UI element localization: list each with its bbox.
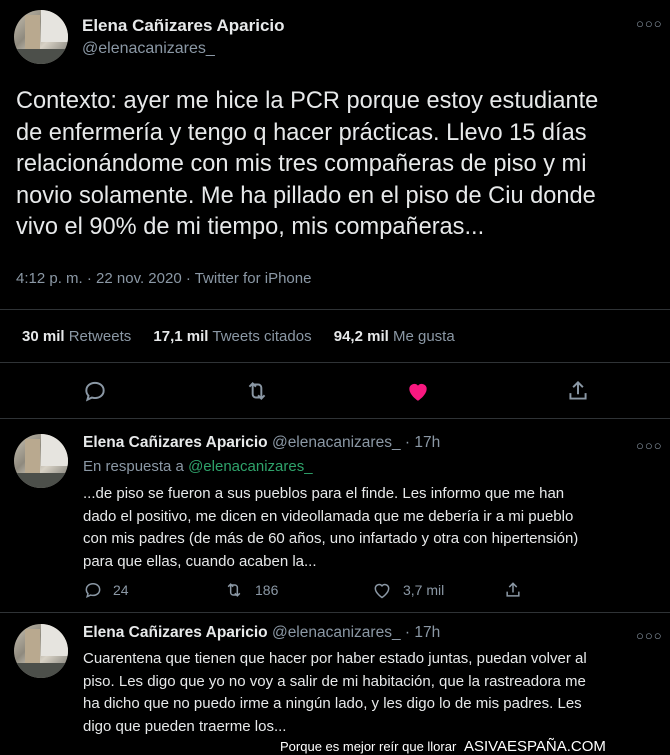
avatar-sky xyxy=(41,10,68,43)
reply-text-line: con mis padres (de más de 60 años, uno i… xyxy=(83,530,579,547)
in-reply-handle-link[interactable]: @elenacanizares_ xyxy=(188,458,312,475)
retweets-count: 30 mil xyxy=(22,328,65,345)
reply-text-line: Cuarentena que tienen que hacer por habe… xyxy=(83,650,587,667)
reply-action-like[interactable]: 3,7 mil xyxy=(371,580,444,600)
avatar[interactable] xyxy=(14,434,68,488)
avatar-ground xyxy=(14,662,68,678)
reply-text-line: para que ellas, cuando acaben la... xyxy=(83,552,317,570)
retweet-icon xyxy=(227,583,241,597)
watermark-slogan: Porque es mejor reír que llorar xyxy=(280,739,457,754)
retweet-count: 186 xyxy=(255,582,279,598)
reply-header: Elena Cañizares Aparicio @elenacanizares… xyxy=(83,624,440,642)
reply-icon[interactable] xyxy=(82,378,108,404)
tweet-text-line: vivo el 90% de mi tiempo, mis compañeras… xyxy=(16,214,485,240)
reply-text-line: piso. Les digo que yo no voy a salir de … xyxy=(83,672,586,690)
watermark-site: ASIVAESPAÑA.COM xyxy=(463,738,606,755)
tweet-text-line: relacionándome con mis tres compañeras d… xyxy=(16,151,587,177)
like-heart-fill xyxy=(409,383,427,401)
like-count: 3,7 mil xyxy=(403,582,445,598)
reply-action-share[interactable] xyxy=(503,580,533,600)
more-options-icon[interactable]: ○○○ xyxy=(636,628,663,643)
author-name[interactable]: Elena Cañizares Aparicio xyxy=(83,624,268,641)
avatar-sky xyxy=(41,434,68,467)
in-reply-to: En respuesta a @elenacanizares_ xyxy=(83,458,313,475)
handle-time[interactable]: @elenacanizares_ · 17h xyxy=(272,624,440,641)
divider xyxy=(0,309,670,310)
avatar-sky xyxy=(41,624,68,657)
divider xyxy=(0,362,670,363)
like-icon[interactable] xyxy=(405,378,431,404)
handle-time[interactable]: @elenacanizares_ · 17h xyxy=(272,434,440,451)
tweet-text: Contexto: ayer me hice la PCR porque est… xyxy=(16,86,666,244)
retweets-label: Retweets xyxy=(68,328,132,345)
tweet-meta[interactable]: 4:12 p. m. · 22 nov. 2020 · Twitter for … xyxy=(16,270,311,287)
in-reply-prefix: En respuesta a xyxy=(83,458,184,475)
reply-text-line: ha dicho que no puedo irme a ningún lado… xyxy=(83,695,582,712)
tweet-stats: 30 mil Retweets 17,1 mil Tweets citados … xyxy=(22,328,473,345)
watermark: Porque es mejor reír que llorar ASIVAESP… xyxy=(280,738,606,755)
reply-action-reply[interactable]: 24 xyxy=(83,580,129,600)
share-icon xyxy=(506,582,520,597)
avatar[interactable] xyxy=(14,10,68,64)
tweet-text-line: de enfermería y tengo q hacer prácticas.… xyxy=(16,119,587,146)
more-options-icon[interactable]: ○○○ xyxy=(636,438,663,453)
reply-text: ...de piso se fueron a sus pueblos para … xyxy=(83,483,668,573)
likes-stat[interactable]: 94,2 mil Me gusta xyxy=(334,328,455,345)
author-handle[interactable]: @elenacanizares_ xyxy=(82,40,215,58)
divider xyxy=(0,612,670,613)
reply-text-line: ...de piso se fueron a sus pueblos para … xyxy=(83,485,565,502)
likes-label: Me gusta xyxy=(392,328,455,345)
retweets-stat[interactable]: 30 mil Retweets xyxy=(22,328,131,345)
reply-text-line: digo que pueden traerme los... xyxy=(83,717,287,735)
more-options-icon[interactable]: ○○○ xyxy=(636,16,663,31)
author-name[interactable]: Elena Cañizares Aparicio xyxy=(82,16,285,36)
like-icon xyxy=(374,583,390,599)
avatar-ground xyxy=(14,48,68,64)
reply-icon xyxy=(85,582,101,599)
reply-tweet[interactable]: Elena Cañizares Aparicio @elenacanizares… xyxy=(0,434,670,604)
divider xyxy=(0,418,670,419)
reply-text: Cuarentena que tienen que hacer por habe… xyxy=(83,648,668,738)
share-icon[interactable] xyxy=(565,378,591,404)
reply-tweet[interactable]: Elena Cañizares Aparicio @elenacanizares… xyxy=(0,624,670,735)
reply-header: Elena Cañizares Aparicio @elenacanizares… xyxy=(83,434,440,452)
avatar-ground xyxy=(14,472,68,488)
tweet-text-line: novio solamente. Me ha pillado en el pis… xyxy=(16,182,596,209)
reply-count: 24 xyxy=(113,582,129,598)
avatar[interactable] xyxy=(14,624,68,678)
tweet-text-line: Contexto: ayer me hice la PCR porque est… xyxy=(16,88,599,114)
likes-count: 94,2 mil xyxy=(333,328,389,345)
quotes-count: 17,1 mil xyxy=(153,328,209,345)
author-name[interactable]: Elena Cañizares Aparicio xyxy=(83,434,268,451)
reply-action-retweet[interactable]: 186 xyxy=(223,580,278,600)
quotes-label: Tweets citados xyxy=(212,328,312,345)
quotes-stat[interactable]: 17,1 mil Tweets citados xyxy=(153,328,311,345)
reply-text-line: dado el positivo, me dicen en videollama… xyxy=(83,507,574,525)
retweet-icon[interactable] xyxy=(244,378,270,404)
